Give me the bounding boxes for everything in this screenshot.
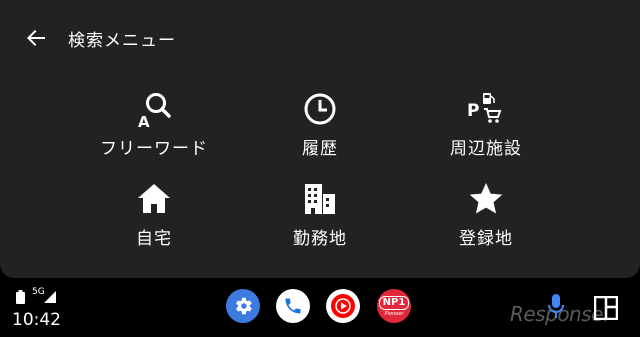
svg-text:P: P [467, 101, 479, 121]
menu-item-workplace[interactable]: 勤務地 [245, 176, 395, 256]
menu-item-label: 周辺施設 [450, 139, 522, 159]
dock-phone-app[interactable] [276, 289, 310, 323]
back-arrow-icon[interactable] [22, 24, 50, 52]
menu-item-label: 履歴 [302, 139, 338, 159]
menu-item-label: 自宅 [136, 229, 172, 249]
office-building-icon [302, 176, 338, 222]
menu-item-history[interactable]: 履歴 [245, 86, 395, 166]
svg-text:A: A [138, 113, 150, 129]
gear-icon [236, 297, 252, 315]
search-menu-panel: 検索メニュー A フリーワード 履歴 P 周辺施設 自宅 勤務地 登録地 [0, 0, 640, 278]
menu-item-label: 登録地 [459, 229, 513, 249]
status-clock: 10:42 [12, 310, 61, 330]
pioneer-logo-text: Pioneer [384, 310, 404, 317]
npi-logo-icon: NP1 Pioneer [378, 295, 410, 317]
dashboard-toggle-icon[interactable] [593, 295, 619, 324]
menu-item-label: フリーワード [100, 139, 208, 159]
menu-item-label: 勤務地 [293, 229, 347, 249]
battery-icon [16, 289, 25, 308]
home-icon [136, 176, 172, 222]
menu-item-home[interactable]: 自宅 [79, 176, 229, 256]
clock-icon [302, 86, 338, 132]
microphone-icon[interactable] [548, 294, 564, 324]
page-title: 検索メニュー [68, 30, 176, 51]
parking-fuel-shopping-icon: P [466, 86, 506, 132]
search-a-icon: A [134, 86, 174, 132]
npi-logo-text: NP1 [378, 295, 410, 310]
dock-youtube-music-app[interactable] [326, 289, 360, 323]
dock-npi-pioneer-app[interactable]: NP1 Pioneer [377, 289, 411, 323]
menu-item-nearby[interactable]: P 周辺施設 [411, 86, 561, 166]
phone-icon [285, 298, 301, 314]
header: 検索メニュー [22, 22, 176, 54]
network-type: 5G [32, 287, 45, 297]
menu-item-registered[interactable]: 登録地 [411, 176, 561, 256]
signal-icon [44, 288, 56, 307]
youtube-music-icon [331, 294, 355, 318]
star-icon [468, 176, 504, 222]
menu-item-freeword[interactable]: A フリーワード [79, 86, 229, 166]
dock-settings-app[interactable] [226, 289, 260, 323]
